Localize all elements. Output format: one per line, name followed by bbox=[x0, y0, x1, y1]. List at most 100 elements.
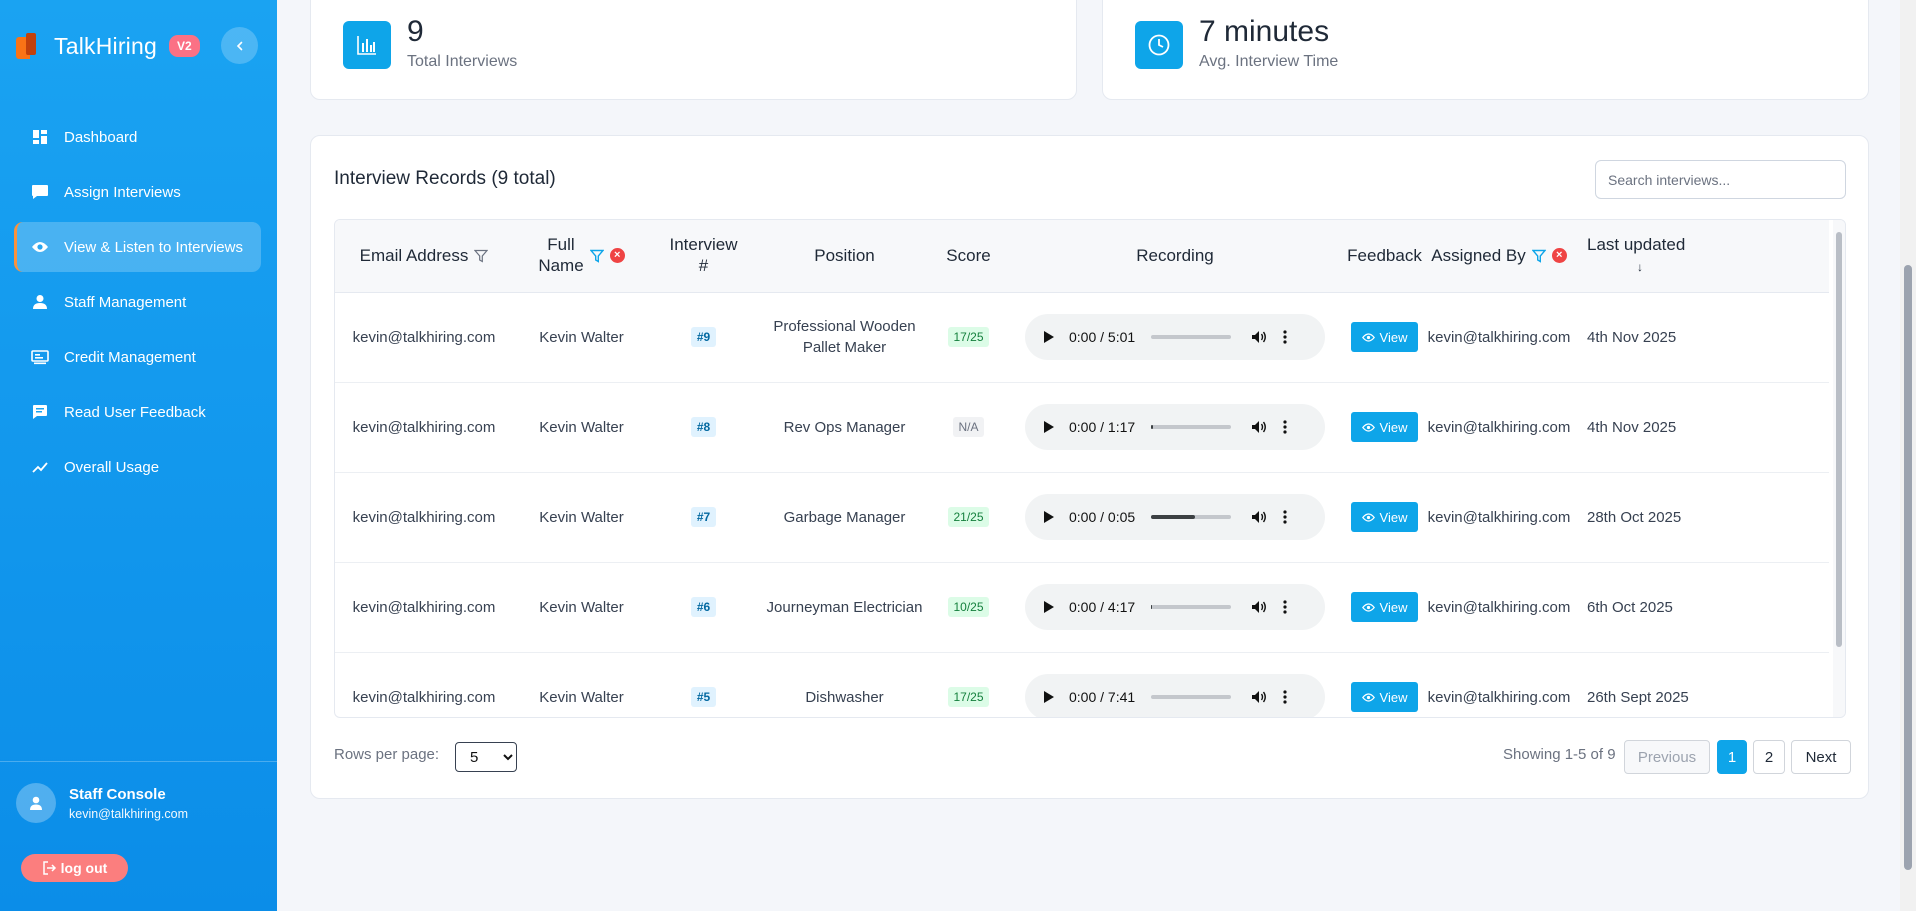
column-label: Recording bbox=[1136, 245, 1214, 265]
volume-icon[interactable] bbox=[1251, 600, 1267, 614]
play-icon[interactable] bbox=[1043, 330, 1063, 344]
view-label: View bbox=[1379, 329, 1408, 345]
more-options-icon[interactable] bbox=[1283, 510, 1287, 524]
column-email[interactable]: Email Address bbox=[335, 220, 513, 293]
page-1-button[interactable]: 1 bbox=[1717, 740, 1747, 774]
audio-progress-slider[interactable] bbox=[1151, 515, 1231, 519]
audio-player[interactable]: 0:00 / 5:01 bbox=[1025, 314, 1325, 360]
user-role-title: Staff Console bbox=[69, 785, 166, 803]
filter-icon[interactable] bbox=[474, 249, 489, 263]
page-scrollbar[interactable] bbox=[1900, 0, 1916, 911]
audio-player[interactable]: 0:00 / 4:17 bbox=[1025, 584, 1325, 630]
cell-score: 17/25 bbox=[932, 652, 1005, 717]
collapse-sidebar-button[interactable] bbox=[221, 27, 258, 64]
next-page-button[interactable]: Next bbox=[1791, 740, 1851, 774]
eye-icon bbox=[30, 237, 50, 257]
view-feedback-button[interactable]: View bbox=[1350, 502, 1419, 532]
records-table: Email Address Full Name × Interview # Po… bbox=[335, 220, 1829, 717]
column-label: Score bbox=[946, 245, 991, 265]
person-icon bbox=[30, 292, 50, 312]
view-label: View bbox=[1379, 509, 1408, 525]
sidebar-item-dashboard[interactable]: Dashboard bbox=[14, 112, 261, 162]
column-label: # bbox=[698, 255, 709, 275]
interview-number-badge: #7 bbox=[690, 507, 717, 527]
eye-icon bbox=[1361, 512, 1375, 522]
sidebar-item-overall-usage[interactable]: Overall Usage bbox=[14, 442, 261, 492]
volume-icon[interactable] bbox=[1251, 420, 1267, 434]
cell-recording: 0:00 / 0:05 bbox=[1005, 472, 1345, 563]
view-feedback-button[interactable]: View bbox=[1350, 682, 1419, 712]
volume-icon[interactable] bbox=[1251, 330, 1267, 344]
bar-chart-icon bbox=[343, 21, 391, 69]
column-label: Feedback bbox=[1347, 245, 1422, 265]
more-options-icon[interactable] bbox=[1283, 420, 1287, 434]
view-feedback-button[interactable]: View bbox=[1350, 322, 1419, 352]
cell-assigned-by: kevin@talkhiring.com bbox=[1424, 472, 1574, 563]
audio-time: 0:00 / 0:05 bbox=[1069, 509, 1136, 525]
cell-recording: 0:00 / 7:41 bbox=[1005, 652, 1345, 717]
cell-email: kevin@talkhiring.com bbox=[335, 292, 513, 383]
rows-per-page-select[interactable]: 5 bbox=[455, 742, 517, 772]
cell-email: kevin@talkhiring.com bbox=[335, 382, 513, 473]
more-options-icon[interactable] bbox=[1283, 600, 1287, 614]
clear-filter-icon[interactable]: × bbox=[1551, 248, 1567, 264]
cell-interview-number: #7 bbox=[650, 472, 757, 563]
audio-progress-slider[interactable] bbox=[1151, 605, 1231, 609]
table-header-row: Email Address Full Name × Interview # Po… bbox=[335, 220, 1829, 293]
view-feedback-button[interactable]: View bbox=[1350, 412, 1419, 442]
play-icon[interactable] bbox=[1043, 690, 1063, 704]
table-scrollbar[interactable] bbox=[1833, 220, 1845, 717]
cell-score: 10/25 bbox=[932, 562, 1005, 653]
cell-full-name: Kevin Walter bbox=[513, 382, 650, 473]
column-last-updated[interactable]: Last updated ↓ bbox=[1574, 220, 1829, 293]
page-2-button[interactable]: 2 bbox=[1753, 740, 1785, 774]
score-badge: 17/25 bbox=[948, 687, 989, 707]
audio-progress-slider[interactable] bbox=[1151, 695, 1231, 699]
audio-player[interactable]: 0:00 / 1:17 bbox=[1025, 404, 1325, 450]
play-icon[interactable] bbox=[1043, 600, 1063, 614]
volume-icon[interactable] bbox=[1251, 510, 1267, 524]
volume-icon[interactable] bbox=[1251, 690, 1267, 704]
column-full-name[interactable]: Full Name × bbox=[513, 220, 650, 293]
audio-progress-slider[interactable] bbox=[1151, 425, 1231, 429]
more-options-icon[interactable] bbox=[1283, 690, 1287, 704]
view-feedback-button[interactable]: View bbox=[1350, 592, 1419, 622]
score-badge: 10/25 bbox=[948, 597, 989, 617]
cell-recording: 0:00 / 5:01 bbox=[1005, 292, 1345, 383]
person-icon bbox=[30, 796, 42, 810]
logout-icon bbox=[42, 861, 56, 875]
play-icon[interactable] bbox=[1043, 510, 1063, 524]
column-label: Name bbox=[538, 255, 584, 275]
play-icon[interactable] bbox=[1043, 420, 1063, 434]
filter-active-icon[interactable] bbox=[589, 249, 604, 263]
clear-filter-icon[interactable]: × bbox=[609, 248, 625, 264]
column-assigned-by[interactable]: Assigned By × bbox=[1424, 220, 1574, 293]
audio-time: 0:00 / 4:17 bbox=[1069, 599, 1136, 615]
logout-button[interactable]: log out bbox=[21, 854, 128, 882]
stat-value: 9 bbox=[407, 15, 424, 48]
filter-active-icon[interactable] bbox=[1531, 249, 1546, 263]
cell-score: 21/25 bbox=[932, 472, 1005, 563]
brand[interactable]: TalkHiring V2 bbox=[16, 28, 200, 64]
audio-progress-slider[interactable] bbox=[1151, 335, 1231, 339]
search-input[interactable] bbox=[1595, 160, 1846, 199]
sidebar-item-read-user-feedback[interactable]: Read User Feedback bbox=[14, 387, 261, 437]
more-options-icon[interactable] bbox=[1283, 330, 1287, 344]
sidebar-item-assign-interviews[interactable]: Assign Interviews bbox=[14, 167, 261, 217]
table-body: kevin@talkhiring.com Kevin Walter #9 Profes… bbox=[335, 292, 1829, 717]
previous-page-button[interactable]: Previous bbox=[1624, 740, 1710, 774]
sidebar-item-label: Staff Management bbox=[64, 293, 187, 311]
cell-interview-number: #6 bbox=[650, 562, 757, 653]
audio-player[interactable]: 0:00 / 7:41 bbox=[1025, 674, 1325, 717]
cell-position: Professional Wooden Pallet Maker bbox=[757, 292, 932, 383]
cell-last-updated: 26th Sept 2025 bbox=[1574, 652, 1829, 717]
sort-arrow-icon: ↓ bbox=[1637, 259, 1643, 274]
cell-feedback: View bbox=[1345, 382, 1424, 473]
sidebar-item-view-listen[interactable]: View & Listen to Interviews bbox=[14, 222, 261, 272]
audio-time: 0:00 / 1:17 bbox=[1069, 419, 1136, 435]
audio-player[interactable]: 0:00 / 0:05 bbox=[1025, 494, 1325, 540]
sidebar-item-credit-management[interactable]: Credit Management bbox=[14, 332, 261, 382]
sidebar-item-staff-management[interactable]: Staff Management bbox=[14, 277, 261, 327]
stat-label: Avg. Interview Time bbox=[1199, 53, 1339, 70]
column-interview-number: Interview # bbox=[650, 220, 757, 293]
